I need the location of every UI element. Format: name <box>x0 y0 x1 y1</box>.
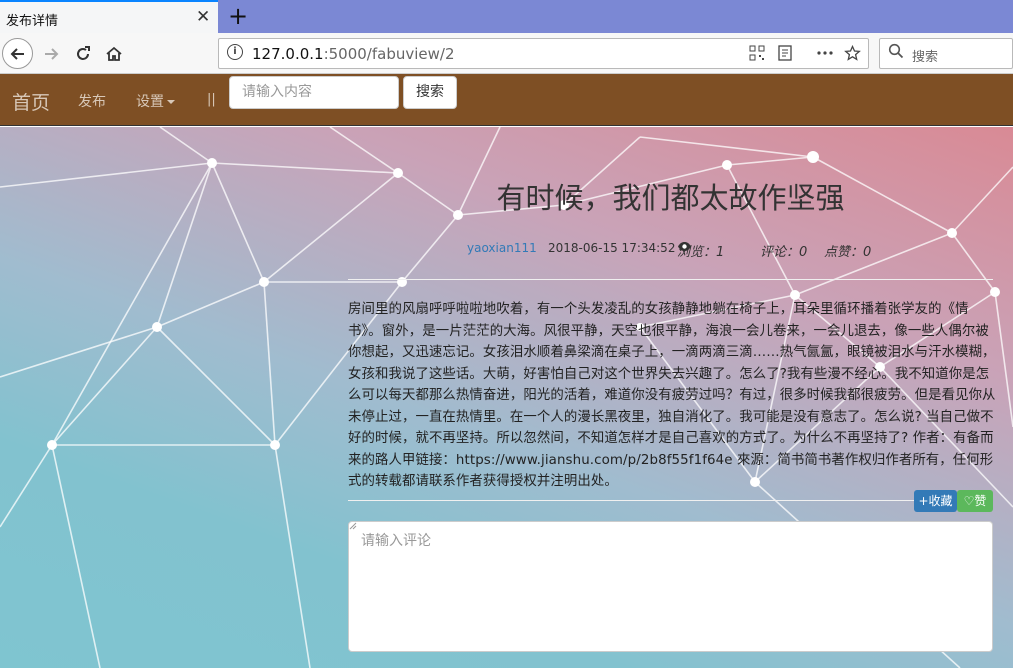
back-icon[interactable] <box>2 38 33 69</box>
post-title: 有时候，我们都太故作坚强 <box>496 181 845 215</box>
comment-textarea[interactable]: 请输入评论 <box>348 521 993 652</box>
favorite-button[interactable]: +收藏 <box>914 490 957 512</box>
site-search-placeholder: 请输入内容 <box>242 84 312 100</box>
post-views: 浏览：1 <box>677 241 724 260</box>
page-content: 有时候，我们都太故作坚强 yaoxian111 2018-06-15 17:34… <box>0 127 1013 668</box>
browser-tab[interactable]: 发布详情 ✕ <box>0 0 218 33</box>
nav-link-publish[interactable]: 发布 <box>78 91 106 111</box>
close-tab-icon[interactable]: ✕ <box>196 7 210 27</box>
tab-title: 发布详情 <box>6 14 59 29</box>
like-button[interactable]: ♡赞 <box>957 490 993 512</box>
search-icon <box>888 43 904 63</box>
url-host: 127.0.0.1 <box>252 45 324 63</box>
address-bar[interactable]: i 127.0.0.1:5000/fabuview/2 <box>218 38 869 69</box>
resize-handle-icon[interactable] <box>349 522 357 530</box>
divider <box>348 279 993 280</box>
browser-search-field[interactable]: 搜索 <box>879 38 1013 69</box>
url-text: 127.0.0.1:5000/fabuview/2 <box>252 45 455 63</box>
post-date: 2018-06-15 17:34:52 <box>548 241 676 255</box>
eye-icon <box>678 242 691 251</box>
divider <box>348 500 993 501</box>
caret-down-icon <box>167 100 175 104</box>
qr-code-icon[interactable] <box>749 45 765 65</box>
comment-placeholder: 请输入评论 <box>361 533 431 549</box>
browser-search-placeholder: 搜索 <box>912 50 939 65</box>
forward-icon[interactable] <box>36 39 66 69</box>
nav-dropdown-settings[interactable]: 设置 <box>136 91 175 111</box>
site-search-button[interactable]: 搜索 <box>403 76 457 109</box>
post-comments-count: 评论：0 <box>760 245 808 260</box>
browser-tab-strip: 发布详情 ✕ + <box>0 0 1013 33</box>
info-icon[interactable]: i <box>227 44 243 60</box>
new-tab-icon[interactable]: + <box>228 2 248 30</box>
more-icon[interactable] <box>816 45 834 65</box>
nav-settings-label: 设置 <box>136 94 164 110</box>
home-icon[interactable] <box>99 39 129 69</box>
post-likes-count: 点赞：0 <box>824 245 872 260</box>
nav-separator: || <box>207 92 216 107</box>
reader-icon[interactable] <box>777 45 793 65</box>
reload-icon[interactable] <box>68 39 98 69</box>
post-body: 房间里的风扇呼呼啦啦地吹着，有一个头发凌乱的女孩静静地躺在椅子上，耳朵里循环播着… <box>348 302 996 489</box>
bookmark-star-icon[interactable] <box>844 44 861 66</box>
nav-brand-home[interactable]: 首页 <box>12 88 50 115</box>
site-navbar: 首页 发布 设置 || 请输入内容 搜索 <box>0 74 1013 126</box>
url-path: :5000/fabuview/2 <box>323 45 455 63</box>
post-author-link[interactable]: yaoxian111 <box>467 241 537 255</box>
browser-toolbar: i 127.0.0.1:5000/fabuview/2 搜索 <box>0 33 1013 74</box>
site-search-input[interactable]: 请输入内容 <box>229 76 399 109</box>
